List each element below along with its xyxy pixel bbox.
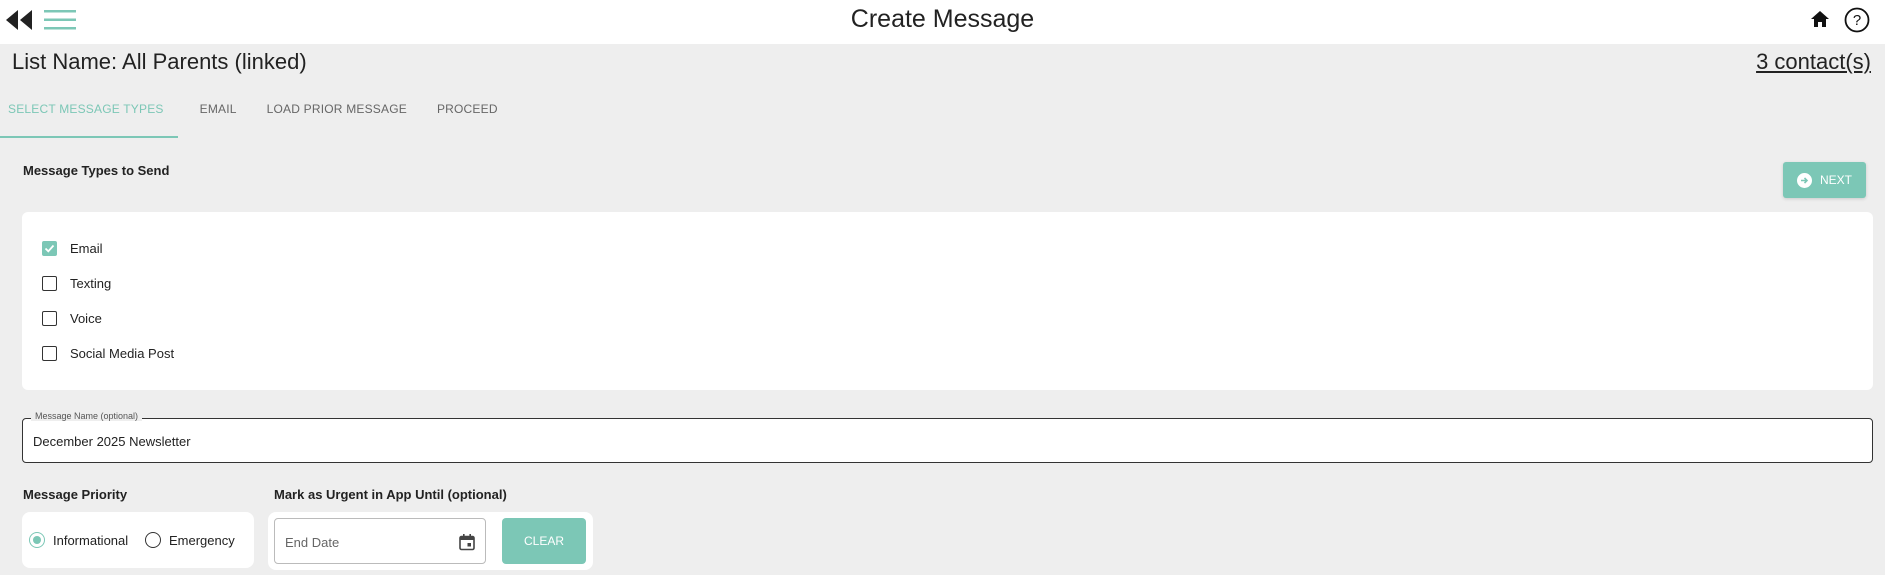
tab-bar: SELECT MESSAGE TYPES EMAIL LOAD PRIOR ME… [0,96,506,138]
message-types-heading: Message Types to Send [23,163,170,178]
checkbox-email[interactable]: Email [42,237,103,259]
checkbox-texting[interactable]: Texting [42,272,111,294]
page-title: Create Message [850,5,1035,33]
contacts-link[interactable]: 3 contact(s) [1756,49,1871,75]
home-icon [1811,11,1829,27]
arrow-right-circle-icon [1796,172,1812,188]
help-button[interactable]: ? [1844,7,1870,33]
next-button-label: NEXT [1819,173,1852,187]
top-bar: Create Message ? [0,0,1885,44]
radio-label: Emergency [169,532,235,548]
radio-button[interactable] [29,532,45,548]
message-name-field[interactable]: Message Name (optional) [22,411,1873,463]
tab-email[interactable]: EMAIL [192,96,245,138]
message-name-label: Message Name (optional) [31,411,143,421]
checkbox-box[interactable] [42,240,57,256]
radio-emergency[interactable]: Emergency [145,530,235,550]
checkbox-label: Texting [70,275,112,291]
svg-text:?: ? [1853,12,1861,29]
tab-proceed[interactable]: PROCEED [429,96,506,138]
radio-button[interactable] [145,532,161,548]
checkbox-box[interactable] [42,275,57,291]
checkbox-box[interactable] [42,310,57,326]
checkbox-label: Social Media Post [70,345,175,361]
checkbox-voice[interactable]: Voice [42,307,102,329]
checkbox-label: Email [70,240,103,256]
checkmark-icon [44,244,55,253]
tab-load-prior-message[interactable]: LOAD PRIOR MESSAGE [259,96,415,138]
message-name-input[interactable] [33,431,1853,451]
clear-button[interactable]: CLEAR [502,518,586,564]
priority-heading: Message Priority [23,487,128,502]
message-types-card: Email Texting Voice Social Media Post [22,212,1873,390]
urgent-heading: Mark as Urgent in App Until (optional) [274,487,507,502]
urgent-card: CLEAR [268,512,593,570]
tab-select-message-types[interactable]: SELECT MESSAGE TYPES [0,96,178,138]
checkbox-label: Voice [70,310,102,326]
end-date-field[interactable] [274,518,486,564]
calendar-icon[interactable] [458,533,476,551]
checkbox-box[interactable] [42,345,57,361]
home-button[interactable] [1810,10,1832,30]
end-date-input[interactable] [285,532,445,552]
radio-informational[interactable]: Informational [29,530,128,550]
priority-card: Informational Emergency [22,512,254,568]
help-circle-icon: ? [1844,7,1870,33]
next-button[interactable]: NEXT [1783,162,1866,198]
radio-label: Informational [53,532,129,548]
checkbox-social-media-post[interactable]: Social Media Post [42,342,174,364]
list-name: List Name: All Parents (linked) [12,49,307,74]
